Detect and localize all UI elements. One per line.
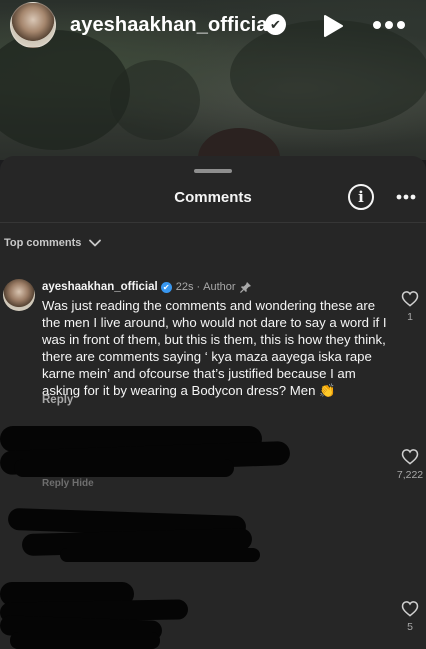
play-icon[interactable]: [322, 14, 344, 38]
like-column: 7,222: [395, 448, 425, 481]
like-count: 5: [407, 621, 413, 633]
verified-icon: ✔: [160, 281, 172, 293]
pin-icon: [239, 282, 251, 293]
like-count: 7,222: [396, 469, 424, 481]
comments-sheet: Comments i Top comments ayeshaakhan_offi…: [0, 156, 426, 649]
avatar[interactable]: [3, 279, 35, 311]
sheet-drag-handle[interactable]: [194, 169, 232, 173]
heart-icon[interactable]: [401, 448, 419, 465]
like-column: 5: [395, 600, 425, 633]
info-icon[interactable]: i: [348, 184, 374, 210]
comment-meta: ayeshaakhan_official ✔ 22s · Author: [42, 281, 252, 293]
chevron-down-icon: [89, 239, 102, 247]
more-icon[interactable]: [372, 20, 406, 30]
redaction-scribble: [10, 632, 160, 649]
sort-label: Top comments: [4, 237, 82, 249]
more-options-icon[interactable]: [396, 194, 416, 200]
comment-text: Was just reading the comments and wonder…: [42, 298, 387, 398]
reply-button[interactable]: Reply: [42, 394, 73, 406]
reply-hide-links[interactable]: Reply Hide: [42, 478, 94, 489]
author-label: Author: [203, 281, 236, 293]
story-header: ayeshaakhan_official ✔: [0, 0, 426, 52]
like-count: 1: [407, 311, 413, 323]
story-username[interactable]: ayeshaakhan_official: [70, 14, 273, 37]
divider: [0, 222, 426, 223]
verified-badge-icon: ✔: [265, 14, 286, 35]
separator: ·: [196, 281, 201, 293]
comment-username[interactable]: ayeshaakhan_official: [42, 281, 158, 293]
redaction-scribble: [14, 459, 234, 477]
sort-selector[interactable]: Top comments: [4, 235, 102, 251]
redaction-scribble: [60, 548, 260, 562]
story-avatar[interactable]: [10, 2, 56, 48]
like-column: 1: [395, 290, 425, 323]
heart-icon[interactable]: [401, 600, 419, 617]
comment-timestamp: 22s: [175, 281, 194, 293]
heart-icon[interactable]: [401, 290, 419, 307]
